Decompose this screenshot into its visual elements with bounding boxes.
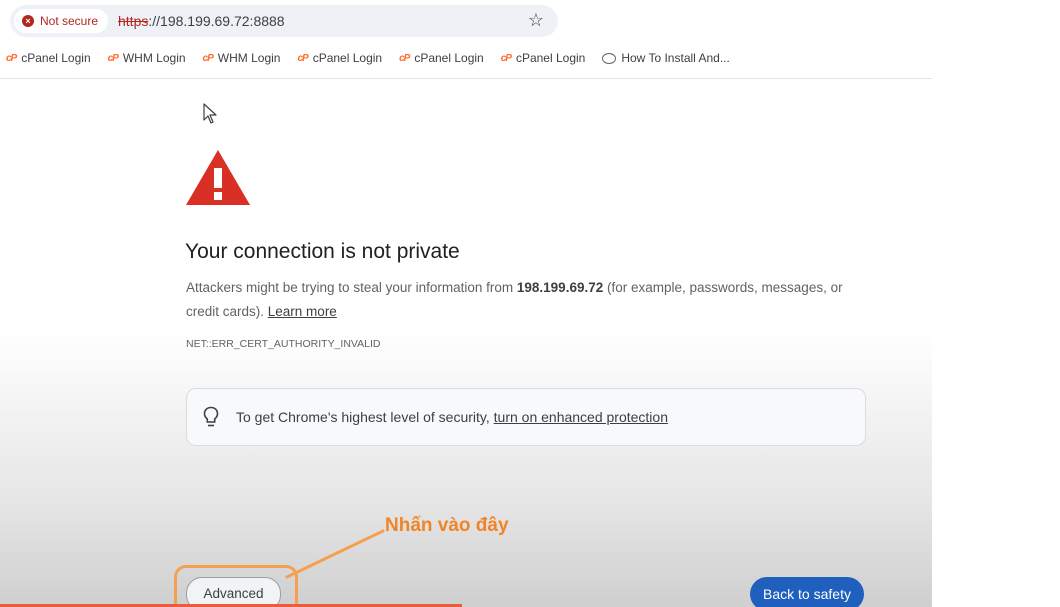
page-title: Your connection is not private [185,240,460,263]
cpanel-icon: cP [399,52,410,64]
bookmark-label: cPanel Login [414,51,484,65]
learn-more-link[interactable]: Learn more [268,304,337,319]
error-code: NET::ERR_CERT_AUTHORITY_INVALID [186,338,381,350]
bookmark-item[interactable]: cP WHM Login [203,51,281,65]
bookmark-item[interactable]: cP cPanel Login [6,51,91,65]
not-secure-icon: × [22,15,34,27]
security-chip-label: Not secure [40,14,99,28]
bookmark-label: cPanel Login [21,51,91,65]
bookmark-label: cPanel Login [312,51,383,65]
bookmark-star-icon[interactable]: ☆ [528,10,544,31]
security-chip[interactable]: × Not secure [14,9,109,33]
annotation-label: Nhấn vào đây [385,515,509,536]
warning-triangle-icon [186,150,250,205]
bookmark-item[interactable]: cP WHM Login [108,51,186,65]
bookmark-item[interactable]: How To Install And... [602,51,730,65]
cpanel-icon: cP [107,52,119,64]
bookmark-item[interactable]: cP cPanel Login [399,51,484,65]
omnibox[interactable]: × Not secure https://198.199.69.72:8888 … [10,5,558,37]
bookmarks-bar: cP cPanel Login cP WHM Login cP WHM Login cP cP… [6,48,730,68]
globe-icon [602,52,617,64]
bookmark-label: WHM Login [122,51,186,65]
enhanced-prefix: To get Chrome's highest level of securit… [236,409,494,425]
bookmarks-divider [0,78,932,79]
description-prefix: Attackers might be trying to steal your … [186,280,517,295]
outer-margin [932,0,1060,607]
cpanel-icon: cP [6,52,17,64]
enhanced-protection-text: To get Chrome's highest level of securit… [236,409,668,425]
bookmark-label: WHM Login [217,51,281,65]
mouse-cursor-icon [203,103,217,124]
warning-description: Attackers might be trying to steal your … [186,276,866,324]
url-scheme: https [118,13,149,29]
annotation-highlight-box [174,565,298,607]
url-text[interactable]: https://198.199.69.72:8888 [118,13,285,29]
lightbulb-icon [203,406,219,427]
back-to-safety-button[interactable]: Back to safety [750,577,864,607]
host-name: 198.199.69.72 [516,280,604,295]
enhanced-protection-callout: To get Chrome's highest level of securit… [186,388,866,446]
browser-viewport: × Not secure https://198.199.69.72:8888 … [0,0,932,607]
bookmark-label: How To Install And... [621,51,730,65]
cpanel-icon: cP [500,52,512,64]
cpanel-icon: cP [202,52,214,64]
bookmark-item[interactable]: cP cPanel Login [501,51,586,65]
url-host: ://198.199.69.72:8888 [148,13,285,29]
bookmark-item[interactable]: cP cPanel Login [297,51,382,65]
cpanel-icon: cP [297,52,308,64]
bookmark-label: cPanel Login [515,51,586,65]
enhanced-protection-link[interactable]: turn on enhanced protection [494,409,668,425]
